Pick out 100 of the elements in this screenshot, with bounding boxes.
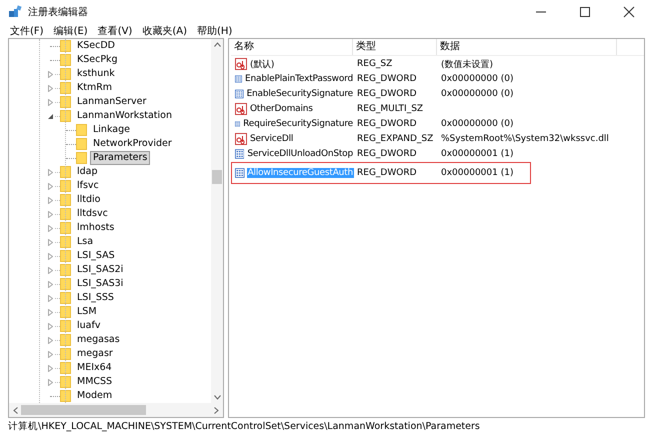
menu-item[interactable]: 查看(V): [98, 24, 132, 38]
folder-icon: [60, 208, 71, 220]
tree-item[interactable]: Lsa: [74, 235, 96, 249]
value-type: REG_MULTI_SZ: [356, 104, 424, 114]
tree-item[interactable]: KSecDD: [74, 39, 118, 53]
tree-item[interactable]: ldap: [74, 165, 101, 179]
expand-arrow-icon[interactable]: [48, 196, 52, 204]
folder-icon: [60, 390, 71, 402]
expand-arrow-icon[interactable]: [48, 168, 52, 176]
folder-icon: [60, 222, 71, 234]
folder-icon: [60, 376, 71, 388]
folder-icon: [60, 110, 71, 122]
tree-item[interactable]: Linkage: [90, 123, 133, 137]
folder-icon: [60, 362, 71, 374]
value-name[interactable]: OtherDomains: [249, 104, 314, 114]
expand-arrow-icon[interactable]: [48, 280, 52, 288]
window-title: 注册表编辑器: [28, 6, 88, 19]
value-data: 0x00000001 (1): [440, 149, 514, 159]
value-type: REG_DWORD: [356, 119, 418, 129]
tree-item[interactable]: KtmRm: [74, 81, 116, 95]
folder-icon: [60, 96, 71, 108]
value-data: 0x00000001 (1): [440, 168, 514, 178]
folder-icon: [60, 250, 71, 262]
value-name[interactable]: ServiceDll: [249, 134, 294, 144]
expand-arrow-icon[interactable]: [48, 294, 52, 302]
folder-icon: [60, 334, 71, 346]
tree-item[interactable]: Parameters: [90, 151, 150, 165]
value-type: REG_DWORD: [356, 89, 418, 99]
folder-icon: [60, 194, 71, 206]
value-type: REG_DWORD: [356, 168, 418, 178]
tree-item[interactable]: LanmanWorkstation: [74, 109, 175, 123]
expand-arrow-icon[interactable]: [48, 266, 52, 274]
expand-arrow-icon[interactable]: [48, 182, 52, 190]
value-data: (数值未设置): [440, 58, 494, 70]
folder-icon: [60, 166, 71, 178]
tree-item[interactable]: LSM: [74, 305, 100, 319]
tree-item[interactable]: LSI_SAS: [74, 249, 118, 263]
tree-item[interactable]: megasas: [74, 333, 123, 347]
value-data: 0x00000000 (0): [440, 74, 514, 84]
value-name[interactable]: RequireSecuritySignature: [242, 119, 354, 129]
tree-item[interactable]: megasr: [74, 347, 116, 361]
tree-item[interactable]: lltdsvc: [74, 207, 111, 221]
column-header[interactable]: 类型: [353, 39, 437, 55]
collapse-arrow-icon[interactable]: [48, 114, 52, 118]
tree-item[interactable]: Modem: [74, 389, 116, 403]
value-name[interactable]: ServiceDllUnloadOnStop: [246, 149, 354, 159]
vertical-scrollbar[interactable]: [211, 39, 223, 403]
menu-item[interactable]: 帮助(H): [197, 24, 232, 38]
expand-arrow-icon[interactable]: [48, 252, 52, 260]
registry-editor-icon: [8, 5, 22, 19]
column-header[interactable]: 名称: [231, 39, 353, 55]
expand-arrow-icon[interactable]: [48, 224, 52, 232]
expand-arrow-icon[interactable]: [48, 84, 52, 92]
value-data: 0x00000000 (0): [440, 119, 514, 129]
value-name[interactable]: EnablePlainTextPassword: [244, 74, 354, 84]
column-header[interactable]: 数据: [437, 39, 617, 55]
folder-icon: [60, 40, 71, 52]
expand-arrow-icon[interactable]: [48, 364, 52, 372]
folder-icon: [60, 236, 71, 248]
value-name[interactable]: (默认): [249, 58, 276, 70]
scrollbar-thumb[interactable]: [21, 405, 146, 415]
value-type: REG_SZ: [356, 59, 394, 69]
tree-item[interactable]: LSI_SSS: [74, 291, 117, 305]
tree-item[interactable]: lmhosts: [74, 221, 118, 235]
expand-arrow-icon[interactable]: [48, 336, 52, 344]
expand-arrow-icon[interactable]: [48, 378, 52, 386]
tree-item[interactable]: KSecPkg: [74, 53, 121, 67]
tree-item[interactable]: LSI_SAS3i: [74, 277, 126, 291]
menu-item[interactable]: 编辑(E): [54, 24, 88, 38]
scrollbar-thumb[interactable]: [212, 170, 222, 184]
menu-item[interactable]: 文件(F): [10, 24, 44, 38]
value-name[interactable]: EnableSecuritySignature: [246, 89, 354, 99]
tree-item[interactable]: lfsvc: [74, 179, 102, 193]
folder-icon: [76, 138, 87, 150]
tree-item[interactable]: ksthunk: [74, 67, 118, 81]
folder-icon: [60, 54, 71, 66]
status-path-text: 计算机\HKEY_LOCAL_MACHINE\SYSTEM\CurrentControlSet\Services\LanmanWorkstation\Parameters: [8, 421, 480, 432]
expand-arrow-icon[interactable]: [48, 98, 52, 106]
expand-arrow-icon[interactable]: [48, 210, 52, 218]
menu-item[interactable]: 收藏夹(A): [142, 24, 187, 38]
folder-icon: [76, 124, 87, 136]
tree-item[interactable]: NetworkProvider: [90, 137, 175, 151]
expand-arrow-icon[interactable]: [48, 350, 52, 358]
tree-item[interactable]: LanmanServer: [74, 95, 150, 109]
tree-item[interactable]: MEIx64: [74, 361, 115, 375]
horizontal-scrollbar[interactable]: [9, 403, 223, 417]
tree-item[interactable]: MMCSS: [74, 375, 116, 389]
tree-item[interactable]: LSI_SAS2i: [74, 263, 126, 277]
value-data: 0x00000000 (0): [440, 89, 514, 99]
maximize-icon[interactable]: [579, 6, 591, 18]
expand-arrow-icon[interactable]: [48, 308, 52, 316]
close-icon[interactable]: [623, 6, 635, 18]
folder-icon: [60, 320, 71, 332]
value-type: REG_DWORD: [356, 149, 418, 159]
tree-item[interactable]: luafv: [74, 319, 104, 333]
folder-icon: [60, 82, 71, 94]
expand-arrow-icon[interactable]: [48, 322, 52, 330]
expand-arrow-icon[interactable]: [48, 238, 52, 246]
tree-item[interactable]: lltdio: [74, 193, 104, 207]
expand-arrow-icon[interactable]: [48, 70, 52, 78]
